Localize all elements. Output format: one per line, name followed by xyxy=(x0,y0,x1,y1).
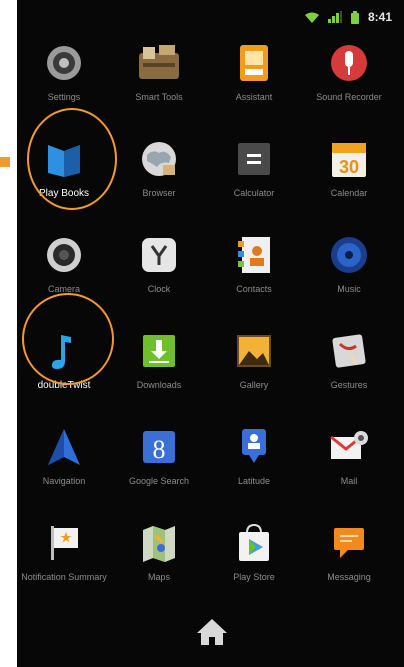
play-store-icon xyxy=(232,521,276,565)
battery-icon xyxy=(350,10,359,24)
app-sound-recorder[interactable]: Sound Recorder xyxy=(302,35,396,133)
gestures-icon xyxy=(327,329,371,373)
app-label: Maps xyxy=(147,572,170,582)
app-label: Smart Tools xyxy=(135,92,183,102)
app-browser[interactable]: Browser xyxy=(112,131,206,229)
app-label: Camera xyxy=(47,284,80,294)
app-label: Clock xyxy=(147,284,171,294)
signal-icon xyxy=(327,11,342,23)
contacts-icon xyxy=(232,233,276,277)
home-button[interactable] xyxy=(195,617,229,647)
app-label: Gestures xyxy=(330,380,368,390)
app-label: Play Store xyxy=(233,572,275,582)
app-label: Notification Summary xyxy=(21,572,107,582)
app-calendar[interactable]: 30 Calendar xyxy=(302,131,396,229)
play-books-icon xyxy=(42,137,86,181)
camera-icon xyxy=(42,233,86,277)
app-downloads[interactable]: Downloads xyxy=(112,323,206,421)
app-assistant[interactable]: Assistant xyxy=(207,35,301,133)
status-time: 8:41 xyxy=(367,10,392,24)
assistant-icon xyxy=(232,41,276,85)
app-label: Navigation xyxy=(42,476,86,486)
mail-icon xyxy=(327,425,371,469)
app-latitude[interactable]: Latitude xyxy=(207,419,301,517)
messaging-icon xyxy=(327,521,371,565)
app-doubletwist[interactable]: doubleTwist xyxy=(17,323,111,421)
app-music[interactable]: Music xyxy=(302,227,396,325)
app-label: Assistant xyxy=(235,92,273,102)
app-notification-summary[interactable]: Notification Summary xyxy=(17,515,111,613)
browser-icon xyxy=(137,137,181,181)
app-label: Gallery xyxy=(239,380,269,390)
app-mail[interactable]: Mail xyxy=(302,419,396,517)
app-label: Calculator xyxy=(233,188,275,198)
app-label: Google Search xyxy=(128,476,190,486)
app-label: Calendar xyxy=(330,188,368,198)
home-icon xyxy=(197,619,227,645)
app-messaging[interactable]: Messaging xyxy=(302,515,396,613)
app-label: Messaging xyxy=(327,572,371,582)
calendar-icon: 30 xyxy=(327,137,371,181)
phone-screen: 8:41 Settings Smart Tools Assistant Soun… xyxy=(17,0,404,667)
music-icon xyxy=(327,233,371,277)
smart-tools-icon xyxy=(137,41,181,85)
google-search-icon: 8 xyxy=(137,425,181,469)
clock-icon xyxy=(137,233,181,277)
app-gallery[interactable]: Gallery xyxy=(207,323,301,421)
app-navigation[interactable]: Navigation xyxy=(17,419,111,517)
app-label: Sound Recorder xyxy=(316,92,382,102)
callout-marker xyxy=(0,157,10,167)
app-gestures[interactable]: Gestures xyxy=(302,323,396,421)
navigation-icon xyxy=(42,425,86,469)
app-maps[interactable]: Maps xyxy=(112,515,206,613)
app-label: Browser xyxy=(142,188,176,198)
app-contacts[interactable]: Contacts xyxy=(207,227,301,325)
settings-icon xyxy=(42,41,86,85)
notification-summary-icon xyxy=(42,521,86,565)
app-google-search[interactable]: 8 Google Search xyxy=(112,419,206,517)
app-label: Play Books xyxy=(38,188,90,199)
app-settings[interactable]: Settings xyxy=(17,35,111,133)
wifi-icon xyxy=(304,12,319,23)
gallery-icon xyxy=(232,329,276,373)
latitude-icon xyxy=(232,425,276,469)
app-label: Music xyxy=(337,284,361,294)
app-label: Downloads xyxy=(136,380,182,390)
app-camera[interactable]: Camera xyxy=(17,227,111,325)
app-label: Latitude xyxy=(237,476,271,486)
app-label: Settings xyxy=(47,92,81,102)
status-bar: 8:41 xyxy=(17,0,404,32)
downloads-icon xyxy=(137,329,181,373)
sound-recorder-icon xyxy=(327,41,371,85)
doubletwist-icon xyxy=(42,329,86,373)
app-label: doubleTwist xyxy=(37,380,91,391)
app-label: Mail xyxy=(340,476,358,486)
app-calculator[interactable]: Calculator xyxy=(207,131,301,229)
app-smart-tools[interactable]: Smart Tools xyxy=(112,35,206,133)
app-label: Contacts xyxy=(236,284,272,294)
calendar-day-text: 30 xyxy=(339,157,359,177)
app-play-books[interactable]: Play Books xyxy=(17,131,111,229)
app-play-store[interactable]: Play Store xyxy=(207,515,301,613)
maps-icon xyxy=(137,521,181,565)
google-search-glyph: 8 xyxy=(153,435,166,464)
calculator-icon xyxy=(232,137,276,181)
app-clock[interactable]: Clock xyxy=(112,227,206,325)
